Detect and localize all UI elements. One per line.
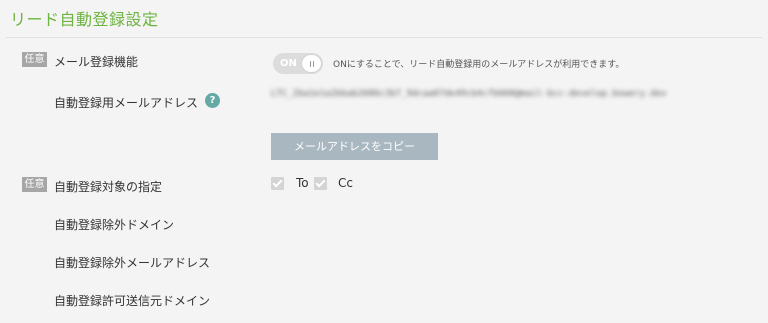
mail-registration-note: ONにすることで、リード自動登録用のメールアドレスが利用できます。	[333, 60, 625, 70]
cc-checkbox[interactable]	[314, 177, 327, 190]
toggle-knob-icon	[302, 55, 321, 72]
optional-badge: 任意	[22, 177, 47, 192]
copy-email-button[interactable]: メールアドレスをコピー	[271, 133, 438, 160]
cc-checkbox-label: Cc	[338, 176, 353, 190]
to-checkbox[interactable]	[271, 177, 284, 190]
excluded-domains-label: 自動登録除外ドメイン	[54, 218, 175, 232]
registration-email-label: 自動登録用メールアドレス	[54, 96, 199, 110]
target-specification-label: 自動登録対象の指定	[54, 180, 163, 194]
registration-email-value: LTC_2ba1e1a2bbab2686c3b7_9dcaa07de49cb4c…	[271, 89, 667, 99]
allowed-sender-domains-label: 自動登録許可送信元ドメイン	[54, 294, 211, 308]
toggle-state-text: ON	[280, 58, 297, 69]
optional-badge: 任意	[22, 52, 47, 67]
page-title: リード自動登録設定	[10, 10, 159, 29]
excluded-emails-label: 自動登録除外メールアドレス	[54, 256, 211, 270]
mail-registration-label: メール登録機能	[54, 55, 139, 69]
title-divider	[6, 37, 762, 38]
help-icon[interactable]: ?	[205, 93, 220, 108]
to-checkbox-label: To	[296, 176, 309, 190]
mail-registration-toggle[interactable]: ON	[273, 53, 323, 74]
